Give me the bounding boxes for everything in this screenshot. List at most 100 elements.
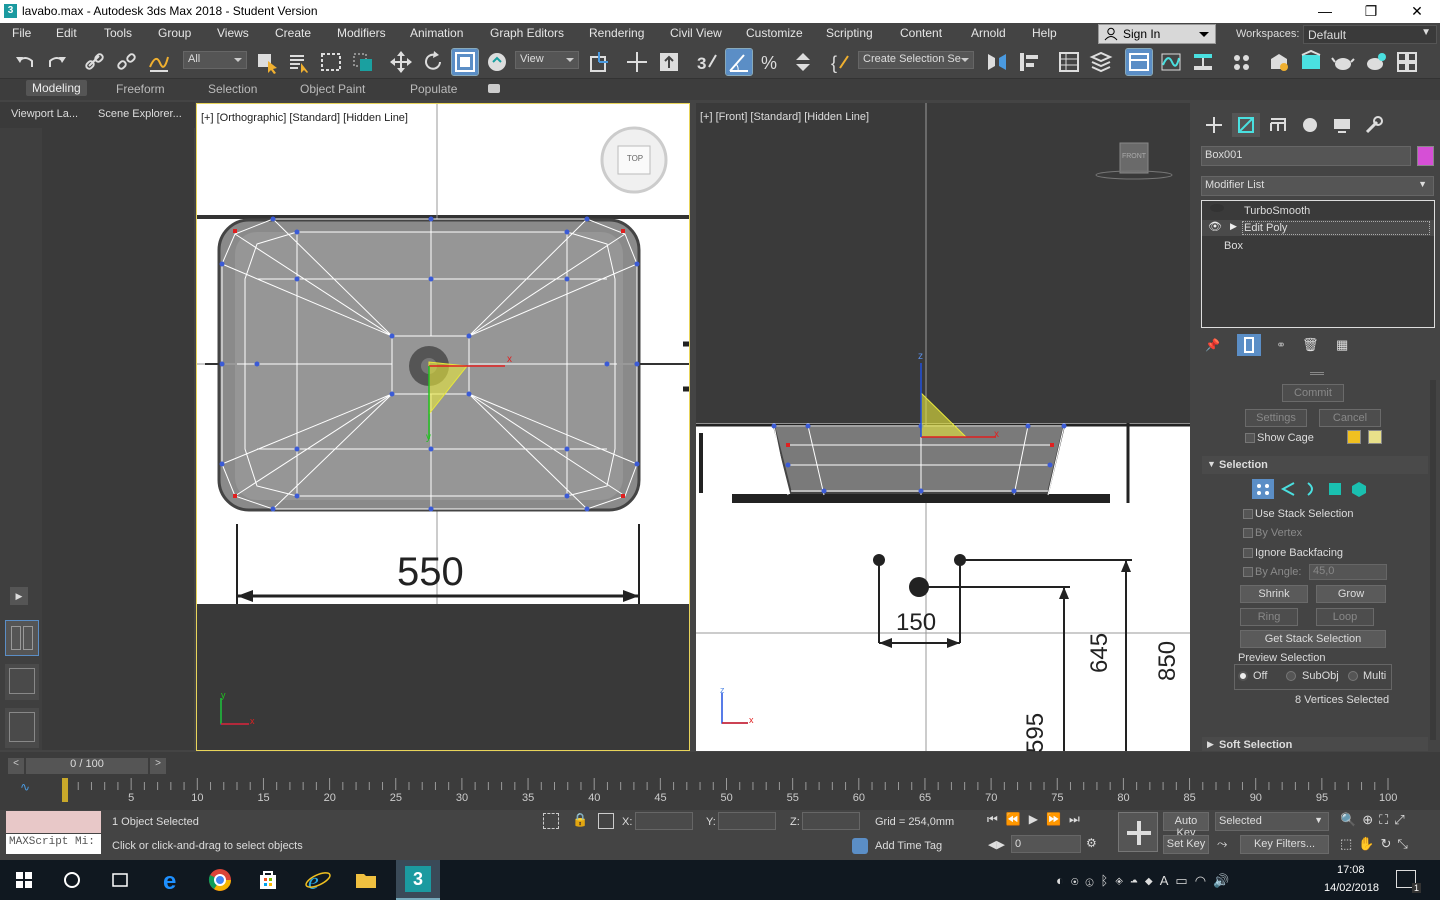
pan-hand-icon[interactable]: ✋: [1358, 836, 1380, 851]
eye-off-icon[interactable]: [1210, 204, 1224, 212]
viewport-top[interactable]: [+] [Orthographic] [Standard] [Hidden Li…: [196, 103, 690, 751]
select-object-button[interactable]: [254, 49, 280, 75]
display-tab[interactable]: [1328, 113, 1356, 137]
menu-content[interactable]: Content: [900, 26, 942, 40]
scene-explorer-button[interactable]: [1056, 49, 1082, 75]
minimize-button[interactable]: —: [1302, 0, 1348, 23]
workspace-dropdown[interactable]: Default ▼: [1303, 25, 1437, 44]
undo-button[interactable]: [12, 49, 38, 75]
time-slider[interactable]: 0 / 100: [26, 758, 148, 774]
x-coordinate-field[interactable]: [635, 812, 693, 830]
ribbon-tab-modeling[interactable]: Modeling: [26, 80, 87, 96]
start-button[interactable]: [10, 866, 38, 894]
key-set-dropdown[interactable]: Selected ▼: [1215, 812, 1329, 831]
trash-icon[interactable]: 🗑: [1302, 337, 1319, 353]
menu-group[interactable]: Group: [158, 26, 191, 40]
edge-mode-button[interactable]: [1278, 479, 1300, 499]
key-filters-button[interactable]: Key Filters...: [1240, 835, 1329, 854]
menu-help[interactable]: Help: [1032, 26, 1057, 40]
rotate-button[interactable]: [420, 49, 446, 75]
selection-rollout-header[interactable]: ▼ Selection: [1202, 456, 1428, 474]
use-stack-selection-checkbox[interactable]: [1243, 509, 1253, 519]
redo-button[interactable]: [44, 49, 70, 75]
key-mode-toggle-icon[interactable]: ◀▶: [988, 838, 1005, 851]
rendered-frame-window-button[interactable]: [1298, 49, 1324, 75]
layout-single-button[interactable]: [5, 664, 39, 700]
stack-item-turbosmooth[interactable]: TurboSmooth: [1202, 203, 1434, 219]
keyboard-shortcut-override-button[interactable]: [656, 49, 682, 75]
motion-tab[interactable]: [1296, 113, 1324, 137]
expand-arrow-icon[interactable]: ▶: [10, 587, 28, 605]
layout-single-alt-button[interactable]: [5, 708, 39, 748]
select-and-place-button[interactable]: [484, 49, 510, 75]
search-button[interactable]: [58, 866, 86, 894]
edge-browser-button[interactable]: e: [158, 866, 186, 895]
viewcube-front[interactable]: FRONT: [1120, 153, 1148, 160]
tray-security-icon[interactable]: ◈: [1115, 873, 1130, 888]
action-center-icon[interactable]: 1: [1396, 870, 1421, 893]
menu-graph-editors[interactable]: Graph Editors: [490, 26, 564, 40]
z-coordinate-field[interactable]: [802, 812, 860, 830]
menu-views[interactable]: Views: [217, 26, 249, 40]
angle-snap-button[interactable]: [725, 48, 753, 76]
pin-stack-icon[interactable]: 📌: [1205, 338, 1221, 354]
command-panel-scrollbar[interactable]: [1430, 380, 1436, 740]
menu-animation[interactable]: Animation: [410, 26, 463, 40]
curve-editor-button[interactable]: [1158, 49, 1184, 75]
dropbox-icon[interactable]: ◆: [1145, 873, 1160, 888]
track-bar[interactable]: 0510152025303540455055606570758085909510…: [60, 776, 1400, 806]
tab-viewport-layouts[interactable]: Viewport La...: [11, 108, 78, 120]
auto-key-button[interactable]: Auto Key: [1163, 812, 1209, 839]
clock-time[interactable]: 17:08: [1337, 864, 1365, 876]
orbit-icon[interactable]: ↻: [1380, 836, 1397, 851]
maximize-button[interactable]: ❐: [1348, 0, 1394, 23]
viewcube-top[interactable]: TOP: [621, 154, 649, 163]
ribbon-tab-object-paint[interactable]: Object Paint: [300, 82, 365, 96]
next-frame-icon[interactable]: ⏩: [1046, 812, 1069, 826]
time-tag-icon[interactable]: [852, 838, 868, 854]
panel-splitter[interactable]: [1310, 372, 1324, 375]
a360-gallery-button[interactable]: [1394, 49, 1420, 75]
modify-tab[interactable]: [1232, 113, 1260, 137]
set-keys-button[interactable]: [1118, 812, 1158, 852]
ribbon-tab-populate[interactable]: Populate: [410, 82, 457, 96]
loop-button[interactable]: Loop: [1316, 608, 1374, 626]
cancel-button[interactable]: Cancel: [1319, 409, 1381, 427]
chrome-button[interactable]: [206, 866, 234, 894]
wifi-icon[interactable]: ◠: [1195, 873, 1213, 888]
default-tangent-icon[interactable]: ⤳: [1217, 836, 1227, 852]
move-button[interactable]: [388, 49, 414, 75]
layout-two-pane-button[interactable]: [5, 620, 39, 656]
by-angle-checkbox[interactable]: [1243, 567, 1253, 577]
render-production-button[interactable]: [1330, 49, 1356, 75]
menu-rendering[interactable]: Rendering: [589, 26, 644, 40]
menu-customize[interactable]: Customize: [746, 26, 803, 40]
tab-scene-explorer[interactable]: Scene Explorer...: [98, 108, 182, 120]
go-to-start-icon[interactable]: ⏮: [987, 812, 1006, 826]
expand-triangle-icon[interactable]: ▶: [1230, 221, 1237, 232]
menu-tools[interactable]: Tools: [104, 26, 132, 40]
create-tab[interactable]: [1200, 113, 1228, 137]
tray-app-icon[interactable]: ◐: [1056, 873, 1071, 888]
mini-curve-editor-icon[interactable]: ∿: [20, 780, 42, 802]
preview-off-radio[interactable]: [1238, 671, 1248, 681]
border-mode-button[interactable]: [1300, 479, 1322, 499]
show-cage-checkbox[interactable]: [1245, 433, 1255, 443]
maxscript-mini-listener[interactable]: MAXScript Mi:: [6, 834, 101, 854]
ring-button[interactable]: Ring: [1240, 608, 1298, 626]
mirror-button[interactable]: [984, 49, 1010, 75]
stack-item-box[interactable]: Box: [1202, 238, 1434, 254]
task-view-button[interactable]: [106, 866, 134, 894]
soft-selection-rollout-header[interactable]: ▶ Soft Selection: [1202, 737, 1428, 751]
menu-scripting[interactable]: Scripting: [826, 26, 873, 40]
sign-in-dropdown[interactable]: Sign In: [1098, 24, 1216, 44]
ignore-backfacing-checkbox[interactable]: [1243, 548, 1253, 558]
shrink-button[interactable]: Shrink: [1240, 585, 1308, 603]
polygon-mode-button[interactable]: [1324, 479, 1346, 499]
rectangular-selection-button[interactable]: [318, 49, 344, 75]
tray-help-icon[interactable]: ⓘ: [1086, 873, 1101, 888]
font-icon[interactable]: A: [1160, 873, 1176, 888]
zoom-extents-icon[interactable]: ⛶: [1379, 812, 1394, 827]
select-manipulate-button[interactable]: [624, 49, 650, 75]
selection-filter-dropdown[interactable]: All: [183, 51, 247, 69]
